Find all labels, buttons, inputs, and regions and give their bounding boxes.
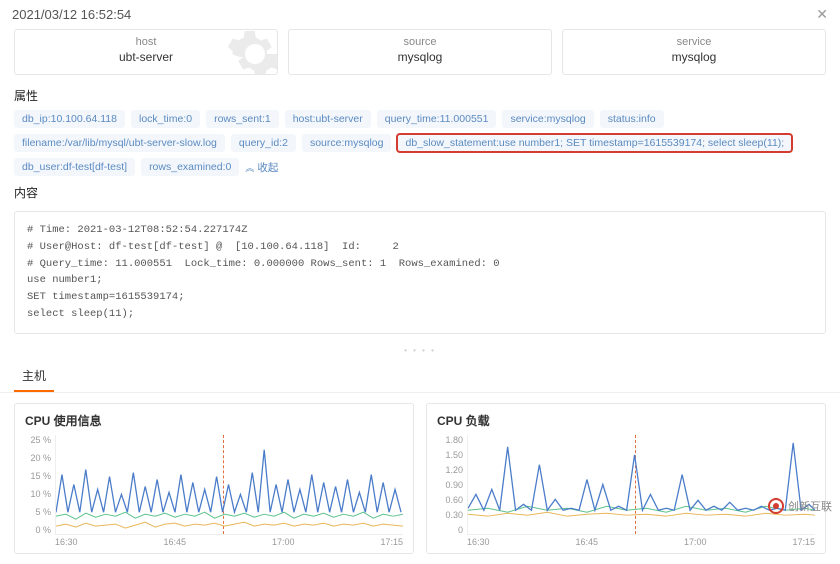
content-box: # Time: 2021-03-12T08:52:54.227174Z # Us… [14,211,826,334]
attribute-tag[interactable]: filename:/var/lib/mysql/ubt-server-slow.… [14,134,225,152]
gear-icon [225,29,278,75]
axis-tick: 17:00 [684,537,707,547]
axis-tick: 20 % [25,453,51,463]
collapse-toggle[interactable]: ︽ 收起 [245,160,278,175]
card-source[interactable]: source mysqlog [288,29,552,75]
attribute-tags: db_ip:10.100.64.118 lock_time:0 rows_sent:… [0,110,840,180]
chart-title: CPU 使用信息 [25,412,403,429]
attribute-tag[interactable]: query_time:11.000551 [377,110,497,128]
axis-tick: 16:30 [467,537,490,547]
axis-tick: 1.20 [437,465,463,475]
axis-tick: 10 % [25,489,51,499]
card-label: source [289,36,551,48]
card-value: mysqlog [563,50,825,64]
attribute-tag[interactable]: lock_time:0 [131,110,200,128]
watermark-text: 创新互联 [788,498,832,514]
attribute-tag[interactable]: source:mysqlog [302,134,392,152]
chart-cpu-usage: CPU 使用信息 25 %20 %15 %10 %5 %0 % 16:3016:… [14,403,414,554]
attribute-tag[interactable]: rows_sent:1 [206,110,279,128]
axis-tick: 0.30 [437,510,463,520]
attribute-tag[interactable]: rows_examined:0 [141,158,239,176]
axis-tick: 0.90 [437,480,463,490]
axis-tick: 16:45 [575,537,598,547]
axis-tick: 16:45 [163,537,186,547]
charts-row: CPU 使用信息 25 %20 %15 %10 %5 %0 % 16:3016:… [0,393,840,564]
attribute-tag[interactable]: db_user:df-test[df-test] [14,158,135,176]
axis-tick: 25 % [25,435,51,445]
card-service[interactable]: service mysqlog [562,29,826,75]
axis-tick: 17:00 [272,537,295,547]
card-label: service [563,36,825,48]
attribute-tag[interactable]: service:mysqlog [502,110,593,128]
close-icon[interactable]: ✕ [816,6,828,23]
watermark-logo-icon [768,498,784,514]
chart-cpu-load: CPU 负载 1.801.501.200.900.600.300 16:3016… [426,403,826,554]
watermark: 创新互联 [768,498,832,514]
axis-tick: 1.50 [437,450,463,460]
chart-svg [56,435,403,534]
axis-tick: 15 % [25,471,51,481]
axis-tick: 0.60 [437,495,463,505]
attribute-tag[interactable]: host:ubt-server [285,110,371,128]
chart-title: CPU 负载 [437,412,815,429]
axis-tick: 17:15 [792,537,815,547]
attribute-tag[interactable]: status:info [600,110,664,128]
summary-cards: host ubt-server source mysqlog service m… [0,29,840,83]
axis-tick: 5 % [25,507,51,517]
axis-tick: 0 % [25,525,51,535]
x-axis: 16:30 16:45 17:00 17:15 [25,535,403,547]
chevron-up-icon: ︽ [245,161,254,174]
x-axis: 16:30 16:45 17:00 17:15 [437,535,815,547]
attribute-tag[interactable]: db_ip:10.100.64.118 [14,110,125,128]
card-host[interactable]: host ubt-server [14,29,278,75]
attribute-tag[interactable]: query_id:2 [231,134,296,152]
tab-row: 主机 [0,361,840,393]
tab-host[interactable]: 主机 [14,361,54,392]
attribute-tag[interactable]: db_slow_statement:use number1; SET times… [397,134,792,152]
resize-handle[interactable]: • • • • [0,344,840,361]
timestamp: 2021/03/12 16:52:54 [12,7,131,22]
axis-tick: 16:30 [55,537,78,547]
content-title: 内容 [0,180,840,207]
axis-tick: 17:15 [380,537,403,547]
attributes-title: 属性 [0,83,840,110]
log-header: 2021/03/12 16:52:54 ✕ [0,0,840,29]
axis-tick: 0 [437,525,463,535]
axis-tick: 1.80 [437,435,463,445]
card-value: mysqlog [289,50,551,64]
chart-svg [468,435,815,534]
